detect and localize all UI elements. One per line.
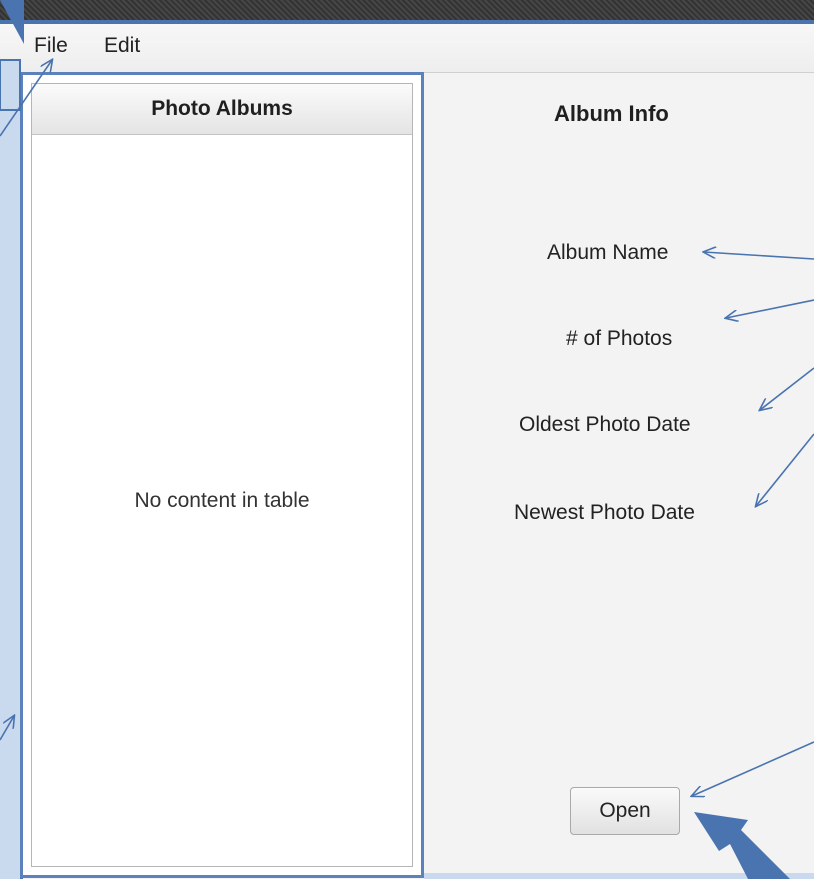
menu-bar: File Edit [0, 24, 814, 73]
photo-albums-table[interactable]: Photo Albums No content in table [31, 83, 413, 867]
menu-file[interactable]: File [34, 34, 68, 58]
menu-edit[interactable]: Edit [104, 34, 140, 58]
photo-albums-table-frame: Photo Albums No content in table [20, 72, 424, 878]
album-name-label: Album Name [547, 241, 669, 264]
album-info-title: Album Info [554, 101, 669, 126]
table-column-header[interactable]: Photo Albums [32, 84, 412, 135]
table-empty-message: No content in table [134, 489, 310, 512]
oldest-date-label: Oldest Photo Date [519, 413, 691, 436]
annotation-bottom-edge [424, 873, 814, 879]
window-title-strip [0, 0, 814, 24]
photo-count-label: # of Photos [566, 327, 673, 350]
open-button[interactable]: Open [570, 787, 680, 835]
newest-date-label: Newest Photo Date [514, 501, 695, 524]
album-info-panel: Album Info Album Name # of Photos Oldest… [424, 73, 814, 879]
